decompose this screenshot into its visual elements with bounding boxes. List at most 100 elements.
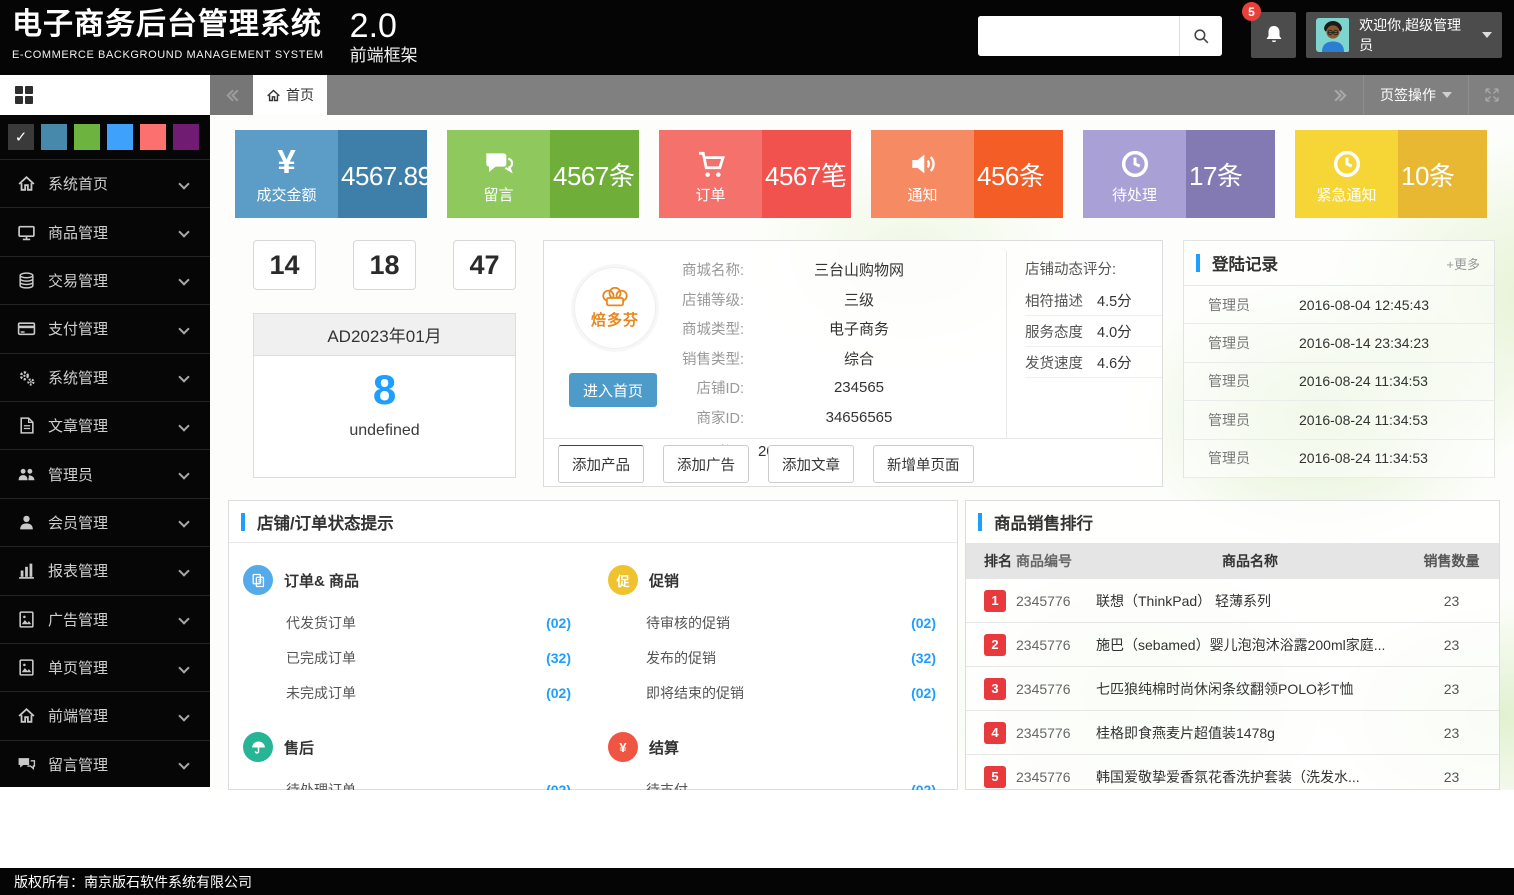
user-menu[interactable]: 欢迎你,超级管理员 <box>1306 12 1502 58</box>
rank-badge: 2 <box>984 634 1006 656</box>
status-row: 已完成订单(32) <box>286 640 571 675</box>
stat-card-turnover[interactable]: ¥成交金额 4567.89元 <box>235 130 427 218</box>
home-icon <box>266 88 281 103</box>
count-link[interactable]: (02) <box>546 685 571 701</box>
search-button[interactable] <box>1179 16 1222 56</box>
sales-ranking-title: 商品销售排行 <box>994 510 1093 534</box>
shop-field-row: 销售类型:综合 <box>544 344 964 374</box>
stat-value: 456条 <box>977 156 1044 193</box>
ranking-table-header: 排名 商品编号 商品名称 销售数量 <box>966 543 1499 579</box>
order-status-panel: 店铺/订单状态提示 订单& 商品 代发货订单(02) 已完成订单(32) 未完成… <box>228 500 958 790</box>
shop-field-row: 商城名称:三台山购物网 <box>544 255 964 285</box>
bell-icon <box>1262 23 1286 47</box>
sidebar-item-trades[interactable]: 交易管理 <box>0 256 210 304</box>
status-row: 发布的促销(32) <box>646 640 936 675</box>
sidebar-item-system-home[interactable]: 系统首页 <box>0 159 210 207</box>
app-tagline: 前端框架 <box>350 46 418 66</box>
status-section-orders: 订单& 商品 代发货订单(02) 已完成订单(32) 未完成订单(02) <box>229 543 594 710</box>
rank-badge: 5 <box>984 766 1006 788</box>
rating-row: 服务态度4.0分 <box>1025 316 1162 347</box>
shop-field-row: 商城类型:电子商务 <box>544 314 964 344</box>
count-link[interactable]: (02) <box>546 782 571 791</box>
users-icon <box>16 464 36 484</box>
stat-card-orders[interactable]: 订单 4567笔 <box>659 130 851 218</box>
add-product-button[interactable]: 添加产品 <box>558 445 644 483</box>
sidebar-item-messages[interactable]: 留言管理 <box>0 740 210 788</box>
theme-swatch-red[interactable] <box>140 124 166 150</box>
sidebar-item-payments[interactable]: 支付管理 <box>0 304 210 352</box>
tab-bar-controls: 页签操作 <box>1319 75 1514 115</box>
sidebar-toggle-button[interactable] <box>0 75 210 115</box>
sidebar-item-system[interactable]: 系统管理 <box>0 353 210 401</box>
clock-widget: 14 18 47 <box>253 240 516 290</box>
shop-info-panel: 焙多芬 进入首页 商城名称:三台山购物网 店铺等级:三级 商城类型:电子商务 销… <box>543 240 1163 487</box>
status-section-promotions: 促 促销 待审核的促销(02) 发布的促销(32) 即将结束的促销(02) <box>594 543 959 710</box>
stat-card-notices[interactable]: 通知 456条 <box>871 130 1063 218</box>
sidebar-item-frontend[interactable]: 前端管理 <box>0 691 210 739</box>
count-link[interactable]: (02) <box>546 615 571 631</box>
sidebar-item-members[interactable]: 会员管理 <box>0 498 210 546</box>
clock-seconds: 47 <box>453 240 516 290</box>
add-page-button[interactable]: 新增单页面 <box>873 445 974 483</box>
add-article-button[interactable]: 添加文章 <box>768 445 854 483</box>
add-ad-button[interactable]: 添加广告 <box>663 445 749 483</box>
count-link[interactable]: (32) <box>546 650 571 666</box>
count-link[interactable]: (02) <box>911 782 936 791</box>
ranking-row: 4 2345776 桂格即食燕麦片超值装1478g 23 <box>966 711 1499 755</box>
chevron-down-icon <box>178 226 189 237</box>
shop-footer: 开通时间: 2016-08-21 添加产品 添加广告 添加文章 新增单页面 <box>544 438 1162 487</box>
notification-button[interactable]: 5 <box>1251 12 1296 58</box>
theme-swatch-blue[interactable] <box>107 124 133 150</box>
rating-row: 相符描述4.5分 <box>1025 285 1162 316</box>
calendar-widget: AD2023年01月 8 undefined <box>253 313 516 478</box>
tab-home-label: 首页 <box>286 85 314 105</box>
theme-swatch-purple[interactable] <box>173 124 199 150</box>
search-icon <box>1192 27 1211 46</box>
rank-badge: 3 <box>984 678 1006 700</box>
chat-icon <box>483 142 515 180</box>
sidebar-item-admins[interactable]: 管理员 <box>0 449 210 497</box>
theme-swatch-dark[interactable] <box>8 124 34 150</box>
stat-card-pending[interactable]: 待处理 17条 <box>1083 130 1275 218</box>
count-link[interactable]: (02) <box>911 685 936 701</box>
app-subtitle: E-COMMERCE BACKGROUND MANAGEMENT SYSTEM <box>12 46 324 66</box>
stat-card-urgent[interactable]: 紧急通知 10条 <box>1295 130 1487 218</box>
sidebar-item-reports[interactable]: 报表管理 <box>0 546 210 594</box>
settlement-icon: ¥ <box>608 732 638 762</box>
sidebar-item-pages[interactable]: 单页管理 <box>0 643 210 691</box>
tab-home[interactable]: 首页 <box>253 75 327 115</box>
login-record-row: 管理员2016-08-04 12:45:43 <box>1184 286 1494 324</box>
theme-swatch-green[interactable] <box>74 124 100 150</box>
fullscreen-icon <box>1483 86 1501 104</box>
image-file-icon <box>16 609 36 629</box>
calendar-note: undefined <box>254 422 515 440</box>
search-input[interactable] <box>978 16 1179 56</box>
yen-icon: ¥ <box>277 142 295 180</box>
tab-actions-dropdown[interactable]: 页签操作 <box>1363 75 1469 115</box>
bar-chart-icon <box>16 561 36 581</box>
fullscreen-button[interactable] <box>1469 75 1514 115</box>
check-icon <box>8 124 34 150</box>
database-icon <box>16 270 36 290</box>
more-link[interactable]: +更多 <box>1446 254 1480 273</box>
tabs-scroll-left-button[interactable] <box>210 75 253 115</box>
sidebar-item-articles[interactable]: 文章管理 <box>0 401 210 449</box>
theme-swatch-steelblue[interactable] <box>41 124 67 150</box>
count-link[interactable]: (02) <box>911 615 936 631</box>
chevron-down-icon <box>178 517 189 528</box>
theme-swatches <box>0 115 210 159</box>
count-link[interactable]: (32) <box>911 650 936 666</box>
sidebar-item-products[interactable]: 商品管理 <box>0 207 210 255</box>
title-bar-accent <box>241 513 245 531</box>
chevron-down-icon <box>178 178 189 189</box>
umbrella-icon <box>243 732 273 762</box>
home-icon <box>16 174 36 194</box>
stat-value: 17条 <box>1189 156 1242 193</box>
stat-card-messages[interactable]: 留言 4567条 <box>447 130 639 218</box>
tabs-scroll-right-button[interactable] <box>1319 75 1363 115</box>
sidebar-item-ads[interactable]: 广告管理 <box>0 595 210 643</box>
status-row: 待支付(02) <box>646 772 936 790</box>
clock-hours: 14 <box>253 240 316 290</box>
cart-icon <box>695 142 727 180</box>
dashboard-page: 电子商务后台管理系统 2.0 E-COMMERCE BACKGROUND MAN… <box>0 0 1514 895</box>
